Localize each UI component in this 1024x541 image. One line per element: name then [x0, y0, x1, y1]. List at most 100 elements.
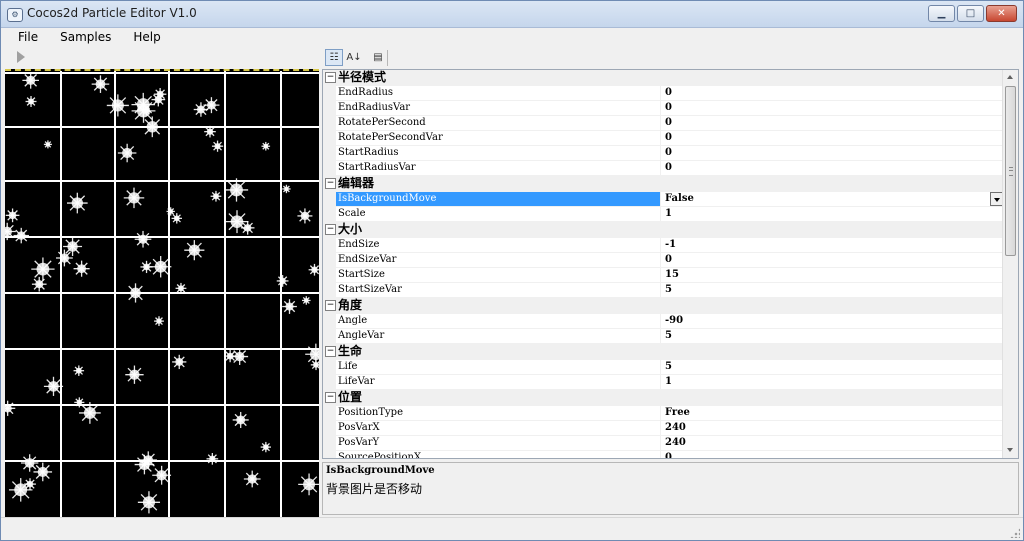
- property-value[interactable]: 0: [661, 131, 1004, 146]
- property-row[interactable]: PosVarY 240: [323, 436, 1004, 451]
- property-row[interactable]: EndSizeVar 0: [323, 253, 1004, 268]
- property-value[interactable]: 1: [661, 207, 1004, 222]
- property-name[interactable]: StartRadiusVar: [336, 161, 661, 176]
- category-header[interactable]: − 角度: [323, 298, 1004, 314]
- property-name[interactable]: Angle: [336, 314, 661, 329]
- property-name[interactable]: AngleVar: [336, 329, 661, 344]
- play-icon[interactable]: [17, 51, 25, 63]
- property-value[interactable]: False: [661, 192, 1004, 207]
- property-value[interactable]: 0: [661, 451, 1004, 458]
- property-row[interactable]: RotatePerSecond 0: [323, 116, 1004, 131]
- property-name[interactable]: EndSize: [336, 238, 661, 253]
- property-name[interactable]: LifeVar: [336, 375, 661, 390]
- menu-bar: File Samples Help: [1, 28, 1023, 47]
- property-value[interactable]: 5: [661, 360, 1004, 375]
- property-pages-button[interactable]: ▤: [369, 49, 387, 66]
- collapse-icon[interactable]: −: [325, 300, 336, 311]
- property-name[interactable]: Life: [336, 360, 661, 375]
- scroll-down-icon[interactable]: [1003, 443, 1018, 458]
- collapse-icon[interactable]: −: [325, 72, 336, 83]
- property-row[interactable]: LifeVar 1: [323, 375, 1004, 390]
- property-row[interactable]: StartSize 15: [323, 268, 1004, 283]
- property-name[interactable]: RotatePerSecondVar: [336, 131, 661, 146]
- property-name[interactable]: RotatePerSecond: [336, 116, 661, 131]
- property-name[interactable]: StartSizeVar: [336, 283, 661, 298]
- property-grid-scrollbar[interactable]: [1002, 70, 1018, 458]
- scroll-up-icon[interactable]: [1003, 70, 1018, 85]
- property-name[interactable]: EndRadiusVar: [336, 101, 661, 116]
- property-name[interactable]: PosVarX: [336, 421, 661, 436]
- menu-help[interactable]: Help: [122, 28, 171, 47]
- category-header[interactable]: − 大小: [323, 222, 1004, 238]
- property-value[interactable]: 5: [661, 329, 1004, 344]
- property-name[interactable]: IsBackgroundMove: [336, 192, 661, 207]
- property-row[interactable]: StartRadiusVar 0: [323, 161, 1004, 176]
- maximize-button[interactable]: □: [957, 5, 984, 22]
- property-name[interactable]: StartSize: [336, 268, 661, 283]
- particle-sparkle: [225, 210, 249, 234]
- status-bar: [1, 517, 1023, 540]
- minimize-button[interactable]: ▁: [928, 5, 955, 22]
- property-value[interactable]: 0: [661, 101, 1004, 116]
- collapse-icon[interactable]: −: [325, 392, 336, 403]
- property-name[interactable]: EndRadius: [336, 86, 661, 101]
- property-name[interactable]: SourcePositionX: [336, 451, 661, 458]
- property-name[interactable]: Scale: [336, 207, 661, 222]
- category-header[interactable]: − 生命: [323, 344, 1004, 360]
- property-row[interactable]: Life 5: [323, 360, 1004, 375]
- property-row[interactable]: IsBackgroundMove False: [323, 192, 1004, 207]
- property-row[interactable]: EndRadius 0: [323, 86, 1004, 101]
- property-value[interactable]: 0: [661, 146, 1004, 161]
- property-value[interactable]: -90: [661, 314, 1004, 329]
- category-header[interactable]: − 半径模式: [323, 70, 1004, 86]
- property-value-text: 240: [665, 437, 686, 448]
- property-row[interactable]: Scale 1: [323, 207, 1004, 222]
- particle-preview[interactable]: [5, 69, 319, 517]
- collapse-icon[interactable]: −: [325, 224, 336, 235]
- preview-canvas: [5, 71, 319, 517]
- property-value[interactable]: 240: [661, 421, 1004, 436]
- property-name[interactable]: PosVarY: [336, 436, 661, 451]
- property-value[interactable]: 0: [661, 116, 1004, 131]
- property-value[interactable]: 240: [661, 436, 1004, 451]
- property-value[interactable]: -1: [661, 238, 1004, 253]
- property-row[interactable]: EndRadiusVar 0: [323, 101, 1004, 116]
- categorized-view-button[interactable]: ☷: [325, 49, 343, 66]
- collapse-icon[interactable]: −: [325, 178, 336, 189]
- collapse-icon[interactable]: −: [325, 346, 336, 357]
- property-row[interactable]: EndSize -1: [323, 238, 1004, 253]
- property-row[interactable]: StartRadius 0: [323, 146, 1004, 161]
- title-bar[interactable]: ⚙ Cocos2d Particle Editor V1.0 ▁ □ ✕: [1, 1, 1023, 28]
- property-row[interactable]: PositionType Free: [323, 406, 1004, 421]
- particle-sparkle: [106, 94, 129, 117]
- property-row[interactable]: SourcePositionX 0: [323, 451, 1004, 458]
- row-gutter: [323, 283, 336, 298]
- menu-samples[interactable]: Samples: [49, 28, 122, 47]
- category-header[interactable]: − 编辑器: [323, 176, 1004, 192]
- menu-file[interactable]: File: [7, 28, 49, 47]
- resize-grip-icon[interactable]: [1010, 528, 1020, 538]
- property-value[interactable]: 1: [661, 375, 1004, 390]
- property-name[interactable]: EndSizeVar: [336, 253, 661, 268]
- property-row[interactable]: AngleVar 5: [323, 329, 1004, 344]
- particle-sparkle: [232, 411, 249, 428]
- particle-sparkle: [154, 316, 164, 327]
- category-header[interactable]: − 位置: [323, 390, 1004, 406]
- property-row[interactable]: PosVarX 240: [323, 421, 1004, 436]
- property-value[interactable]: Free: [661, 406, 1004, 421]
- property-row[interactable]: StartSizeVar 5: [323, 283, 1004, 298]
- property-value[interactable]: 0: [661, 86, 1004, 101]
- property-name[interactable]: StartRadius: [336, 146, 661, 161]
- property-value[interactable]: 0: [661, 161, 1004, 176]
- scroll-thumb[interactable]: [1005, 86, 1016, 256]
- property-row[interactable]: Angle -90: [323, 314, 1004, 329]
- property-row[interactable]: RotatePerSecondVar 0: [323, 131, 1004, 146]
- property-name[interactable]: PositionType: [336, 406, 661, 421]
- particle-sparkle: [140, 260, 153, 274]
- alphabetical-sort-button[interactable]: A↓: [345, 49, 363, 66]
- category-name: 半径模式: [338, 70, 387, 84]
- property-value[interactable]: 15: [661, 268, 1004, 283]
- close-button[interactable]: ✕: [986, 5, 1017, 22]
- property-value[interactable]: 0: [661, 253, 1004, 268]
- property-value[interactable]: 5: [661, 283, 1004, 298]
